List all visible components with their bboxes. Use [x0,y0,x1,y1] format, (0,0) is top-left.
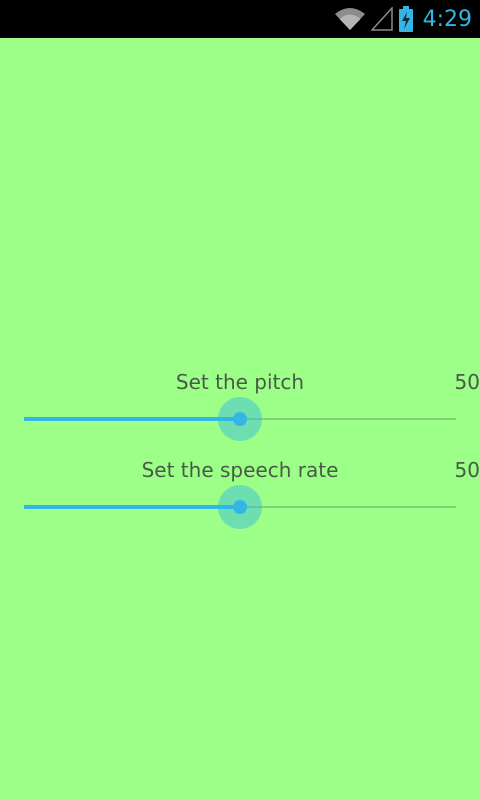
status-time: 4:29 [422,6,472,32]
battery-charging-icon [398,6,413,32]
status-icons: 4:29 [334,0,472,38]
speech-rate-slider-fill [24,505,240,509]
speech-rate-label: Set the speech rate [141,458,339,482]
pitch-value: 50 [454,370,480,394]
status-bar: 4:29 [0,0,480,38]
wifi-icon [334,8,365,30]
pitch-slider-thumb[interactable] [233,412,247,426]
pitch-label: Set the pitch [175,370,305,394]
speech-rate-slider[interactable] [24,485,456,529]
pitch-slider-fill [24,417,240,421]
main-content: Set the pitch 50 Set the speech rate 50 [0,38,480,800]
speech-rate-slider-thumb[interactable] [233,500,247,514]
signal-icon [370,7,393,31]
speech-rate-value: 50 [454,458,480,482]
pitch-slider[interactable] [24,397,456,441]
